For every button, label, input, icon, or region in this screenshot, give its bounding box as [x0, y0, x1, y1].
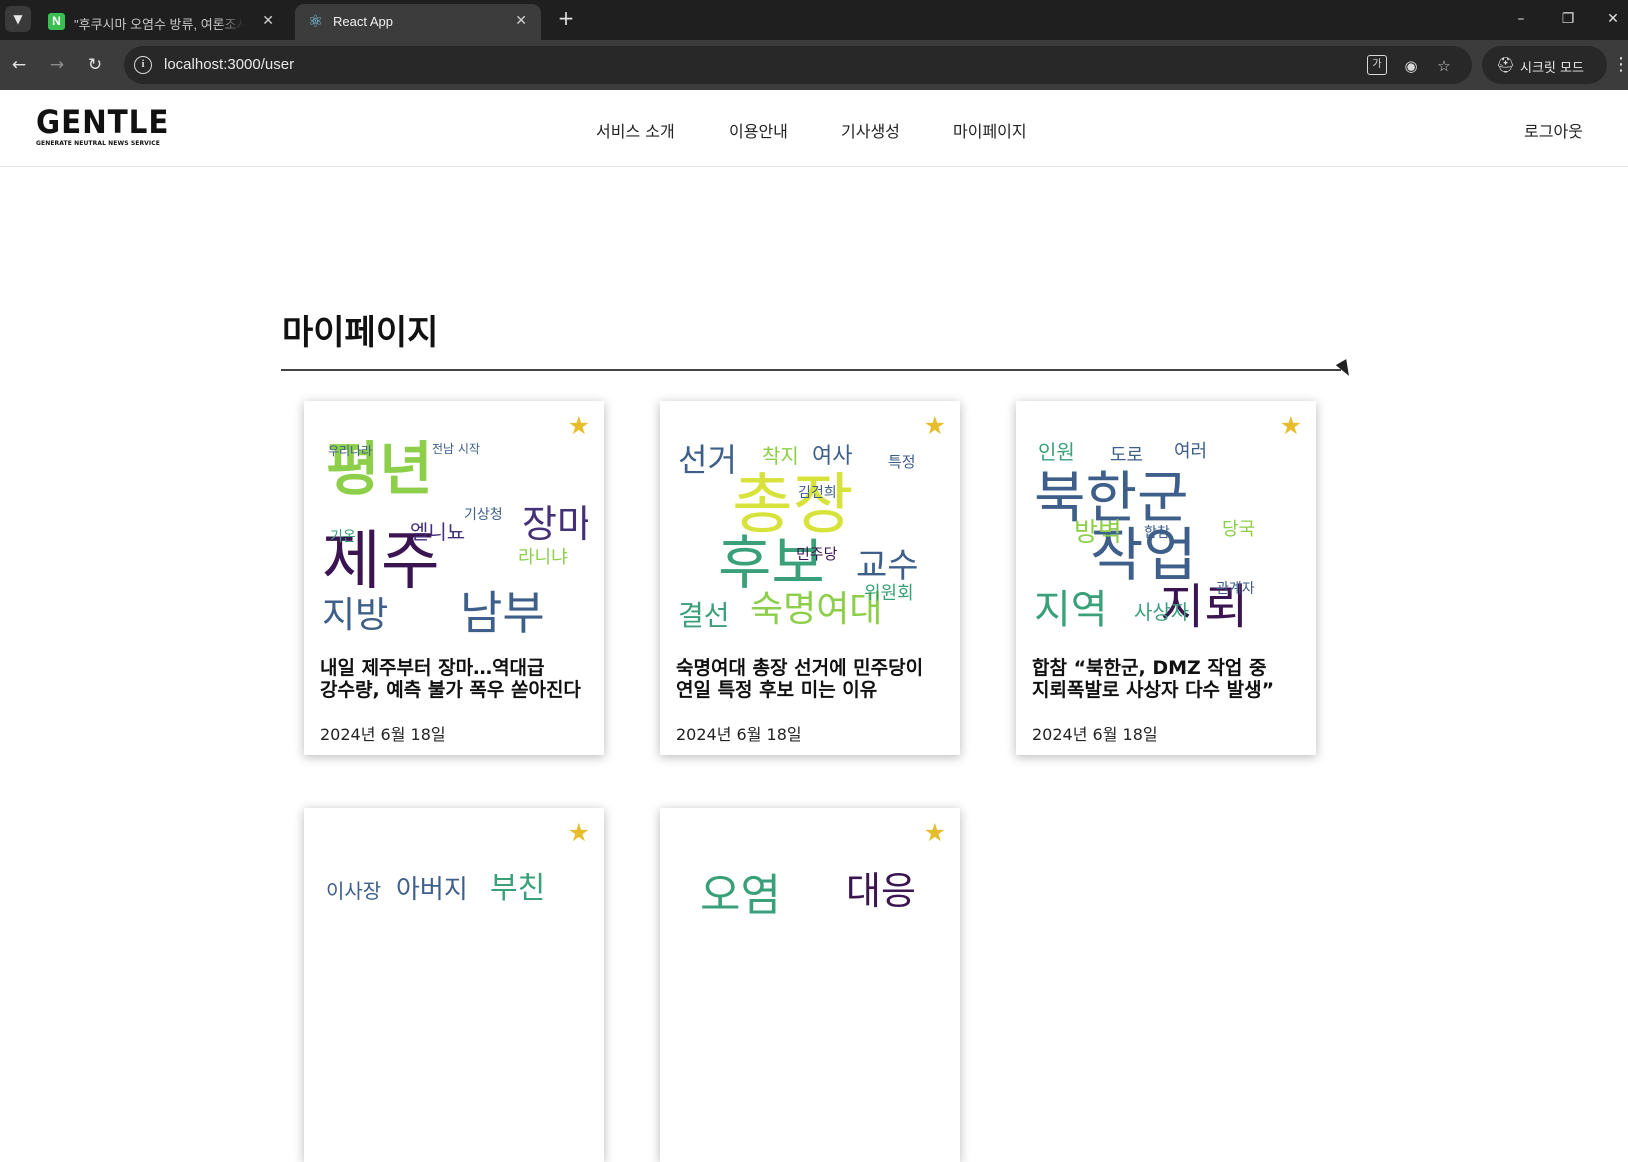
- logo-tagline: GENERATE NEUTRAL NEWS SERVICE: [36, 140, 160, 147]
- word-cloud-word: 이사장: [326, 879, 381, 903]
- react-icon: ⚛: [307, 12, 324, 31]
- reload-icon[interactable]: ↻: [82, 52, 108, 78]
- eye-icon[interactable]: ◉: [1400, 55, 1422, 77]
- article-card[interactable]: 대응 오염 ★: [660, 808, 960, 1162]
- translate-icon[interactable]: 가: [1367, 55, 1389, 77]
- card-date: 2024년 6월 18일: [676, 725, 802, 744]
- favorite-star-icon[interactable]: ★: [568, 413, 590, 438]
- card-title: 내일 제주부터 장마…역대급 강수량, 예측 불가 폭우 쏟아진다: [320, 657, 581, 701]
- word-cloud-word: 우리나라: [328, 444, 372, 458]
- logout-link[interactable]: 로그아웃: [1524, 118, 1583, 142]
- favorite-star-icon[interactable]: ★: [924, 820, 946, 845]
- minimize-icon[interactable]: –: [1498, 6, 1544, 32]
- word-cloud-image: 이사장 아버지 부친: [326, 871, 545, 906]
- bookmark-star-icon[interactable]: ☆: [1433, 55, 1455, 77]
- word-cloud-image: 총장 후보 숙명여대 선거 교수 결선 여사 착지 특정 위원회 민주당 김건희: [678, 441, 919, 632]
- forward-arrow-icon[interactable]: →: [44, 52, 70, 78]
- nav-item-article-generation[interactable]: 기사생성: [841, 118, 900, 142]
- word-cloud-word: 부친: [490, 871, 545, 906]
- word-cloud-word: 민주당: [796, 545, 838, 563]
- close-icon[interactable]: ✕: [262, 12, 274, 29]
- word-cloud-word: 결선: [678, 599, 730, 632]
- word-cloud-word: 전남 시작: [432, 442, 480, 456]
- url-text[interactable]: localhost:3000/user: [164, 56, 294, 73]
- word-cloud-word: 관계자: [1216, 581, 1255, 597]
- word-cloud-word: 후보: [718, 529, 825, 597]
- more-menu-icon[interactable]: ⋮: [1612, 52, 1628, 78]
- word-cloud-word: 여사: [812, 444, 852, 469]
- article-card[interactable]: 총장 후보 숙명여대 선거 교수 결선 여사 착지 특정 위원회 민주당 김건희…: [660, 401, 960, 755]
- new-tab-plus-icon[interactable]: +: [553, 6, 579, 32]
- restore-icon[interactable]: ❐: [1545, 6, 1591, 32]
- article-card[interactable]: 북한군 지뢰 작업 지역 방벽 사상자 인원 도로 여러 합참 당국 관계자 ★…: [1016, 401, 1316, 755]
- word-cloud-word: 숙명여대: [750, 589, 882, 630]
- browser-toolbar: ← → ↻ i localhost:3000/user 가 ◉ ☆ ⛑ 시크릿 …: [0, 40, 1628, 90]
- nav-item-usage-guide[interactable]: 이용안내: [729, 118, 788, 142]
- word-cloud-word: 오염: [700, 870, 781, 921]
- word-cloud-word: 위원회: [864, 583, 914, 604]
- word-cloud-word: 방벽: [1074, 518, 1122, 548]
- nav-item-mypage[interactable]: 마이페이지: [953, 118, 1027, 142]
- word-cloud-word: 특정: [888, 453, 916, 471]
- tab-search-chevron-icon[interactable]: ▼: [5, 6, 31, 32]
- favorite-star-icon[interactable]: ★: [924, 413, 946, 438]
- word-cloud-word: 아버지: [396, 875, 468, 905]
- site-info-icon[interactable]: i: [134, 56, 152, 74]
- window-close-icon[interactable]: ✕: [1590, 6, 1628, 32]
- word-cloud-word: 인원: [1038, 440, 1075, 464]
- article-card[interactable]: 평년 제주 남부 지방 장마 엘니뇨 라니냐 기상청 우리나라 전남 시작 기온…: [304, 401, 604, 755]
- word-cloud-word: 지방: [322, 595, 388, 633]
- tab-title: "후쿠시마 오염수 방류, 여론조사: [74, 17, 244, 32]
- word-cloud-word: 합참: [1144, 525, 1170, 541]
- word-cloud-image: 대응 오염: [700, 869, 916, 921]
- favorite-star-icon[interactable]: ★: [568, 820, 590, 845]
- incognito-badge[interactable]: ⛑ 시크릿 모드: [1482, 46, 1607, 84]
- word-cloud-word: 기상청: [464, 507, 503, 523]
- address-bar[interactable]: i localhost:3000/user 가 ◉ ☆: [124, 46, 1472, 84]
- article-card[interactable]: 이사장 아버지 부친 ★: [304, 808, 604, 1162]
- back-arrow-icon[interactable]: ←: [6, 52, 32, 78]
- word-cloud-word: 선거: [678, 441, 737, 479]
- site-header: GENTLE GENERATE NEUTRAL NEWS SERVICE 서비스…: [0, 90, 1628, 167]
- browser-tab-bar: ▼ N "후쿠시마 오염수 방류, 여론조사 ✕ ⚛ React App ✕ +…: [0, 0, 1628, 40]
- browser-tab-naver[interactable]: N "후쿠시마 오염수 방류, 여론조사 ✕: [36, 4, 288, 40]
- mouse-cursor-icon: [1335, 359, 1355, 379]
- word-cloud-image: 북한군 지뢰 작업 지역 방벽 사상자 인원 도로 여러 합참 당국 관계자: [1034, 440, 1255, 633]
- word-cloud-word: 당국: [1222, 519, 1255, 540]
- browser-tab-react-app[interactable]: ⚛ React App ✕: [295, 4, 541, 40]
- page-title: 마이페이지: [282, 313, 439, 353]
- card-date: 2024년 6월 18일: [320, 725, 446, 744]
- card-title: 숙명여대 총장 선거에 민주당이 연일 특정 후보 미는 이유: [676, 657, 924, 701]
- naver-n-icon: N: [48, 13, 65, 30]
- close-icon[interactable]: ✕: [515, 12, 527, 29]
- word-cloud-word: 김건희: [798, 485, 837, 501]
- word-cloud-word: 여러: [1174, 441, 1207, 462]
- word-cloud-word: 지역: [1034, 587, 1108, 633]
- tab-title: React App: [333, 14, 393, 29]
- word-cloud-word: 엘니뇨: [410, 520, 465, 544]
- word-cloud-word: 교수: [856, 546, 919, 586]
- word-cloud-image: 평년 제주 남부 지방 장마 엘니뇨 라니냐 기상청 우리나라 전남 시작 기온: [322, 435, 588, 633]
- word-cloud-word: 도로: [1110, 445, 1143, 466]
- title-divider: [281, 369, 1341, 371]
- gentle-logo[interactable]: GENTLE GENERATE NEUTRAL NEWS SERVICE: [36, 106, 181, 147]
- word-cloud-word: 남부: [460, 586, 545, 633]
- word-cloud-word: 대응: [846, 869, 916, 913]
- card-date: 2024년 6월 18일: [1032, 725, 1158, 744]
- card-title: 합참 “북한군, DMZ 작업 중 지뢰폭발로 사상자 다수 발생”: [1032, 657, 1275, 701]
- logo-text: GENTLE: [36, 103, 170, 141]
- favorite-star-icon[interactable]: ★: [1280, 413, 1302, 438]
- nav-item-service-intro[interactable]: 서비스 소개: [596, 118, 675, 142]
- incognito-label: 시크릿 모드: [1520, 61, 1584, 76]
- word-cloud-word: 착지: [762, 444, 799, 468]
- word-cloud-word: 기온: [330, 529, 356, 545]
- word-cloud-word: 라니냐: [518, 547, 568, 568]
- word-cloud-word: 사상자: [1134, 600, 1189, 624]
- incognito-icon: ⛑: [1496, 56, 1516, 74]
- word-cloud-word: 장마: [522, 502, 588, 546]
